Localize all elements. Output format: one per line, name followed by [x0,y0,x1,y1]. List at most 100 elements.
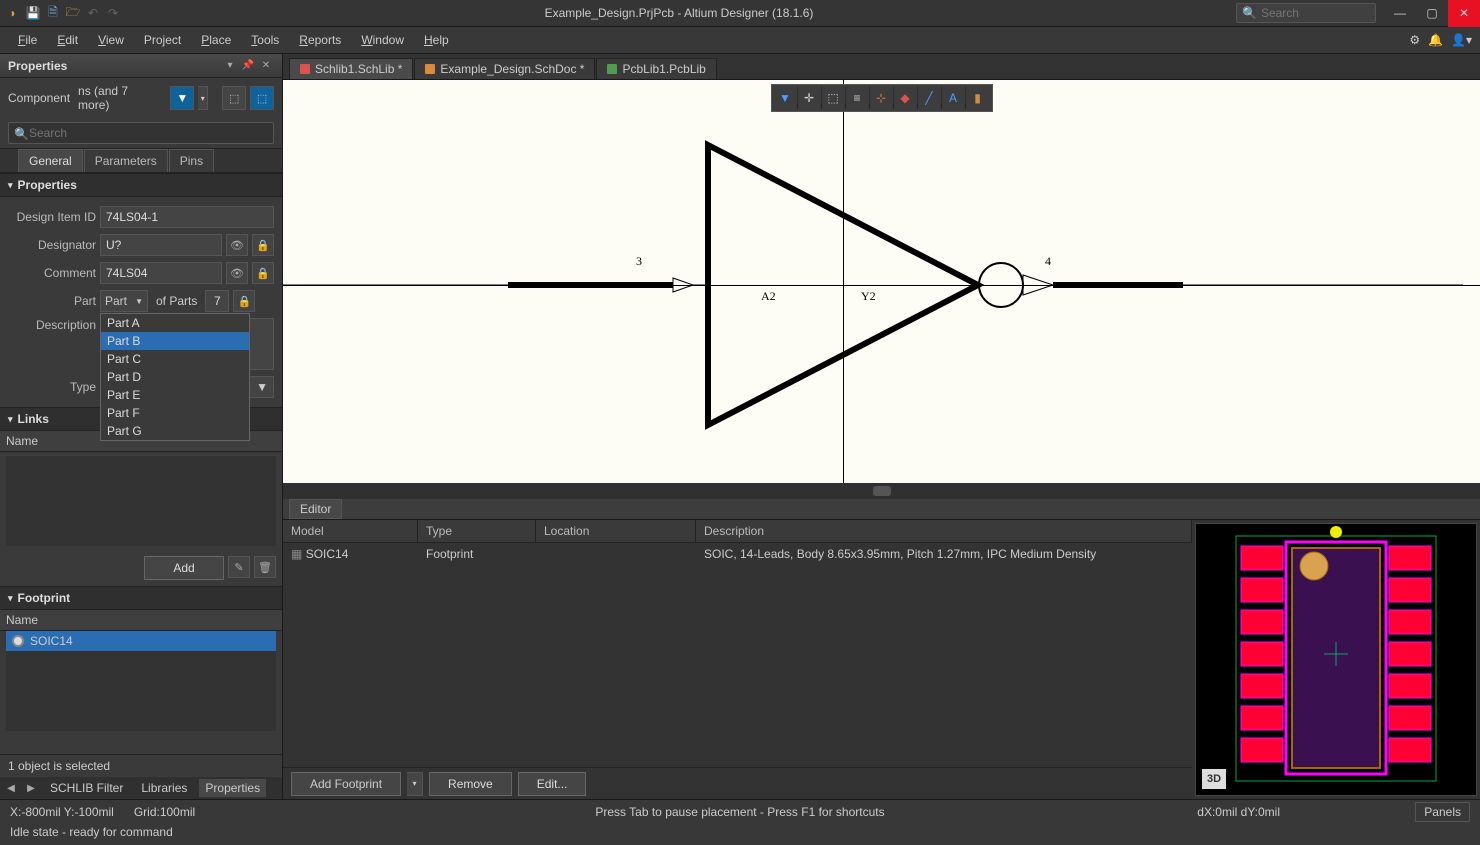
doc-tab-schlib[interactable]: Schlib1.SchLib * [289,58,413,79]
tab-parameters[interactable]: Parameters [84,149,168,172]
doc-tab-pcblib[interactable]: PcbLib1.PcbLib [596,58,716,79]
tool-line[interactable]: ╱ [918,87,942,109]
input-designator[interactable]: U? [100,234,222,256]
menu-window[interactable]: Window [351,29,414,51]
tool-filter[interactable]: ▼ [774,87,798,109]
close-button[interactable]: ✕ [1448,0,1480,27]
panel-menu-icon[interactable]: ▾ [222,58,238,74]
add-footprint-dropdown[interactable]: ▾ [407,772,423,796]
nav-left[interactable]: ◀ [4,781,18,795]
col-model[interactable]: Model [283,520,418,542]
selection-status: 1 object is selected [0,754,282,777]
menu-help[interactable]: Help [414,29,459,51]
footprint-item[interactable]: SOIC14 [6,631,276,651]
tab-general[interactable]: General [18,149,83,172]
footprint-item-label: SOIC14 [30,634,73,648]
part-option[interactable]: Part A [101,314,249,332]
select-mode-1[interactable]: ⬚ [222,86,246,110]
comment-visible[interactable]: 👁 [226,262,248,284]
part-option[interactable]: Part E [101,386,249,404]
menu-tools[interactable]: Tools [241,29,289,51]
main-area: Schlib1.SchLib * Example_Design.SchDoc *… [283,54,1480,799]
global-search[interactable]: 🔍 [1236,3,1376,23]
comment-lock[interactable]: 🔒 [252,262,274,284]
schematic-canvas[interactable]: ▼ ✛ ⬚ ≡ ⊹ ◆ ╱ A ▮ 3 [283,80,1480,483]
part-option[interactable]: Part G [101,422,249,440]
canvas-toolbar: ▼ ✛ ⬚ ≡ ⊹ ◆ ╱ A ▮ [771,84,993,112]
doc-icon [607,64,617,74]
designator-visible[interactable]: 👁 [226,234,248,256]
minimize-button[interactable]: — [1384,0,1416,27]
input-design-item-id[interactable]: 74LS04-1 [100,206,274,228]
designator-lock[interactable]: 🔒 [252,234,274,256]
search-input[interactable] [1261,6,1370,20]
tool-move[interactable]: ✛ [798,87,822,109]
section-properties[interactable]: Properties [0,173,282,197]
footprint-svg [1196,524,1476,784]
section-footprint[interactable]: Footprint [0,586,282,610]
panel-close-icon[interactable]: ✕ [258,58,274,74]
part-dropdown[interactable]: Part ▼ Part A Part B Part C Part D Part … [100,290,148,312]
part-option[interactable]: Part D [101,368,249,386]
part-option[interactable]: Part B [101,332,249,350]
tool-text[interactable]: A [942,87,966,109]
tool-component[interactable]: ▮ [966,87,990,109]
gear-icon[interactable]: ⚙ [1409,33,1420,47]
doc-tab-schdoc[interactable]: Example_Design.SchDoc * [414,58,595,79]
save-all-icon[interactable]: 🗎 [44,4,62,22]
scrollbar-thumb[interactable] [873,486,891,496]
tool-layer[interactable]: ◆ [894,87,918,109]
tool-align[interactable]: ≡ [846,87,870,109]
select-mode-2[interactable]: ⬚ [250,86,274,110]
user-icon[interactable]: 👤▾ [1451,33,1472,47]
add-footprint-button[interactable]: Add Footprint [291,772,401,796]
menu-view[interactable]: View [88,29,134,51]
part-lock[interactable]: 🔒 [233,290,255,312]
menu-edit[interactable]: Edit [47,29,88,51]
status-hint: Press Tab to pause placement - Press F1 … [595,805,884,819]
editor-tab[interactable]: Editor [289,499,342,519]
part-option[interactable]: Part F [101,404,249,422]
h-scrollbar[interactable] [283,483,1480,499]
input-comment[interactable]: 74LS04 [100,262,222,284]
tool-select[interactable]: ⬚ [822,87,846,109]
footprint-list: SOIC14 [6,631,276,731]
3d-toggle-button[interactable]: 3D [1202,769,1226,789]
prop-search-input[interactable] [8,122,274,144]
tab-pins[interactable]: Pins [169,149,214,172]
footprint-preview[interactable]: 3D [1195,523,1477,796]
links-add-button[interactable]: Add [144,556,224,580]
nav-right[interactable]: ▶ [24,781,38,795]
menu-project[interactable]: Project [134,29,191,51]
col-type[interactable]: Type [418,520,536,542]
filter-dropdown[interactable]: ▾ [198,86,208,110]
links-edit-button[interactable]: ✎ [228,556,250,578]
navtab-schlib-filter[interactable]: SCHLIB Filter [44,779,129,797]
edit-button[interactable]: Edit... [518,772,587,796]
part-option[interactable]: Part C [101,350,249,368]
panel-pin-icon[interactable]: 📌 [240,58,256,74]
menu-reports[interactable]: Reports [289,29,351,51]
save-icon[interactable]: 💾 [24,4,42,22]
bell-icon[interactable]: 🔔 [1428,33,1443,47]
footprint-icon: ▦ [291,547,302,561]
maximize-button[interactable]: ▢ [1416,0,1448,27]
radio-icon[interactable] [12,635,24,647]
filter-button[interactable]: ▼ [170,86,194,110]
menu-file[interactable]: File [8,29,47,51]
navtab-libraries[interactable]: Libraries [135,779,193,797]
col-location[interactable]: Location [536,520,696,542]
panels-button[interactable]: Panels [1415,802,1470,822]
remove-button[interactable]: Remove [429,772,512,796]
redo-icon[interactable]: ↷ [104,4,122,22]
menu-place[interactable]: Place [191,29,241,51]
tool-snap[interactable]: ⊹ [870,87,894,109]
undo-icon[interactable]: ↶ [84,4,102,22]
component-label: Component [8,91,70,105]
navtab-properties[interactable]: Properties [199,779,266,797]
of-parts-value[interactable]: 7 [205,290,229,312]
col-description[interactable]: Description [696,520,1192,542]
open-icon[interactable]: 🗁 [64,4,82,22]
model-row[interactable]: ▦ SOIC14 Footprint SOIC, 14-Leads, Body … [283,543,1192,565]
links-delete-button[interactable]: 🗑 [254,556,276,578]
